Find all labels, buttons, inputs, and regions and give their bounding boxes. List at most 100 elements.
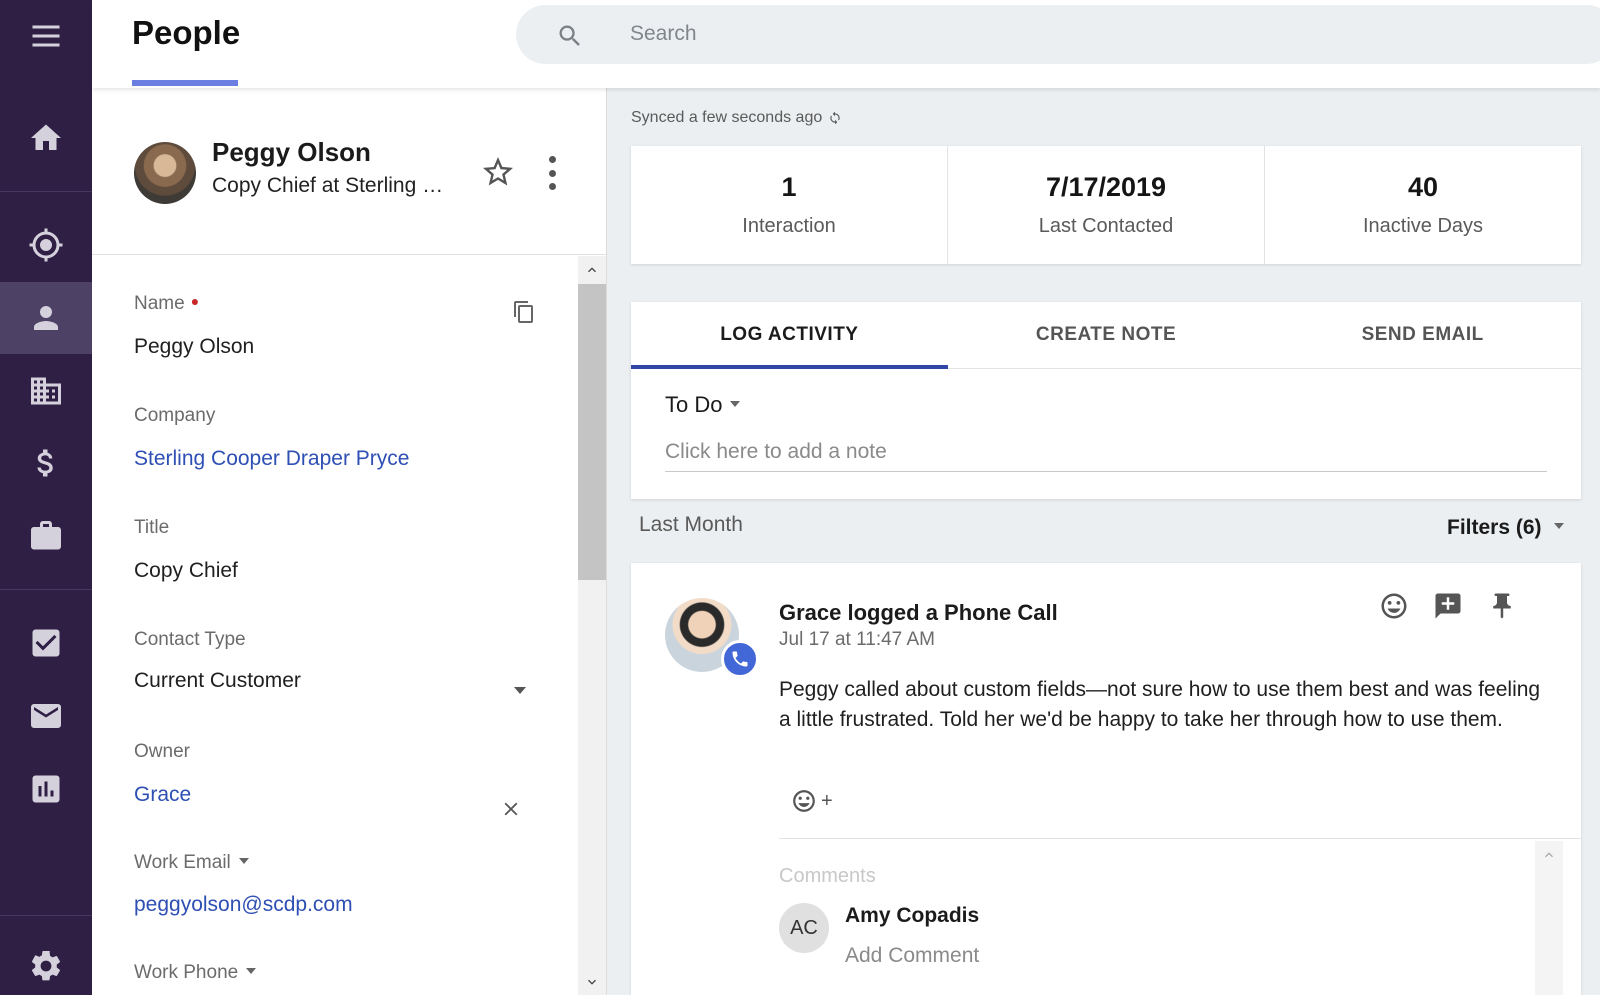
filters-label: Filters (6) [1447,516,1542,539]
fields-scrollbar[interactable] [578,256,606,995]
page-title: People [132,14,241,51]
pin-icon [1493,593,1511,619]
log-activity-card: LOG ACTIVITY CREATE NOTE SEND EMAIL To D… [631,302,1581,499]
chevron-down-icon [1553,523,1564,529]
sidebar-item-email[interactable] [0,680,92,752]
target-icon [29,228,63,262]
copy-button[interactable] [512,300,536,324]
activity-timestamp: Jul 17 at 11:47 AM [779,629,935,650]
stat-last-contacted: 7/17/2019 Last Contacted [948,146,1265,264]
chevron-down-icon [238,858,249,864]
sidebar-item-companies[interactable] [0,355,92,427]
sidebar-divider [0,589,92,590]
avatar [134,142,196,204]
activity-type-label: To Do [665,392,723,417]
comment-author: Amy Copadis [845,904,980,927]
comment-input[interactable] [845,940,1245,972]
add-reaction-button[interactable] [1379,591,1409,621]
activity-tabs: LOG ACTIVITY CREATE NOTE SEND EMAIL [631,302,1581,369]
menu-button[interactable] [0,0,92,72]
scroll-down-button[interactable] [578,969,606,995]
activity-panel: Synced a few seconds ago 1 Interaction 7… [607,88,1600,995]
sidebar-item-home[interactable] [0,102,92,174]
profile-header: Peggy Olson Copy Chief at Sterling Coope… [92,88,607,255]
chevron-down-icon [246,968,257,974]
sidebar-item-tasks[interactable] [0,607,92,679]
favorite-button[interactable] [480,154,516,190]
scrollbar-thumb[interactable] [578,284,606,580]
tab-log-activity[interactable]: LOG ACTIVITY [631,302,948,369]
page-title-underline [132,80,238,86]
contact-type-select[interactable]: Current Customer [134,669,301,693]
chevron-down-icon [588,979,596,985]
more-vert-icon [548,183,556,190]
sidebar-item-projects[interactable] [0,500,92,572]
add-comment-button[interactable] [1433,591,1463,621]
tab-send-email[interactable]: SEND EMAIL [1264,302,1581,368]
comments-divider [779,838,1581,839]
mail-icon [31,704,61,728]
stat-value: 7/17/2019 [1045,172,1167,202]
work-email-link[interactable]: peggyolson@scdp.com [134,893,353,917]
search-icon [559,25,580,46]
scroll-up-button[interactable] [578,256,606,284]
reaction-button[interactable]: + [791,788,833,814]
owner-label: Owner [134,741,190,762]
filters-dropdown[interactable]: Filters (6) [1447,516,1564,540]
activity-body: Peggy called about custom fields—not sur… [779,678,1541,731]
timeline-period-heading: Last Month [639,513,743,536]
contact-fields: Name ● Peggy Olson Company Sterling Coope… [92,256,577,995]
add-comment-icon [1435,593,1461,619]
search-input[interactable] [630,17,1530,51]
work-email-label[interactable]: Work Email [134,852,249,874]
more-options-button[interactable] [544,156,560,190]
sidebar-item-people[interactable] [0,282,92,354]
chevron-up-icon [1545,852,1553,858]
checkbox-icon [32,629,60,657]
stat-value: 40 [1407,172,1439,202]
top-bar: People [92,0,1600,88]
owner-link[interactable]: Grace [134,783,191,807]
home-icon [31,124,61,150]
activity-type-dropdown[interactable]: To Do [665,392,741,418]
dollar-icon [37,449,53,477]
close-icon [504,802,518,816]
company-label: Company [134,405,216,426]
clear-owner-button[interactable] [500,798,522,820]
sidebar-item-deals[interactable] [0,427,92,499]
required-indicator: ● [190,293,200,309]
title-value[interactable]: Copy Chief [134,559,238,583]
work-phone-label[interactable]: Work Phone [134,962,257,984]
phone-call-badge [721,640,759,678]
activity-actions [1379,591,1517,621]
chevron-up-icon [588,267,596,273]
stat-value: 1 [781,172,797,202]
comments-scrollbar[interactable] [1535,841,1563,995]
app-root: People Peggy Olson Copy Chief at Sterlin… [0,0,1600,995]
phone-icon [732,651,748,667]
title-label: Title [134,517,170,538]
chevron-down-icon [730,401,741,407]
search-bar[interactable] [516,5,1600,64]
contact-details-panel: Peggy Olson Copy Chief at Sterling Coope… [92,88,607,995]
smiley-icon [793,790,815,812]
tab-create-note[interactable]: CREATE NOTE [948,302,1265,368]
gear-icon [31,950,61,981]
company-link[interactable]: Sterling Cooper Draper Pryce [134,447,409,471]
note-input[interactable] [665,432,1547,472]
profile-name: Peggy Olson [212,137,371,167]
sidebar-item-settings[interactable] [0,930,92,995]
stat-inactive-days: 40 Inactive Days [1265,146,1581,264]
sidebar-item-goals[interactable] [0,209,92,281]
activity-entry-card: Grace logged a Phone Call Jul 17 at 11:4… [631,563,1581,995]
sidebar-item-reports[interactable] [0,753,92,825]
name-label: Name ● [134,293,199,315]
more-vert-icon [548,169,556,177]
pin-button[interactable] [1487,591,1517,621]
more-vert-icon [548,156,556,163]
sync-icon[interactable] [828,111,842,125]
chevron-down-icon[interactable] [514,687,526,694]
briefcase-icon [31,521,61,550]
reaction-plus: + [821,789,833,812]
name-value[interactable]: Peggy Olson [134,335,254,359]
